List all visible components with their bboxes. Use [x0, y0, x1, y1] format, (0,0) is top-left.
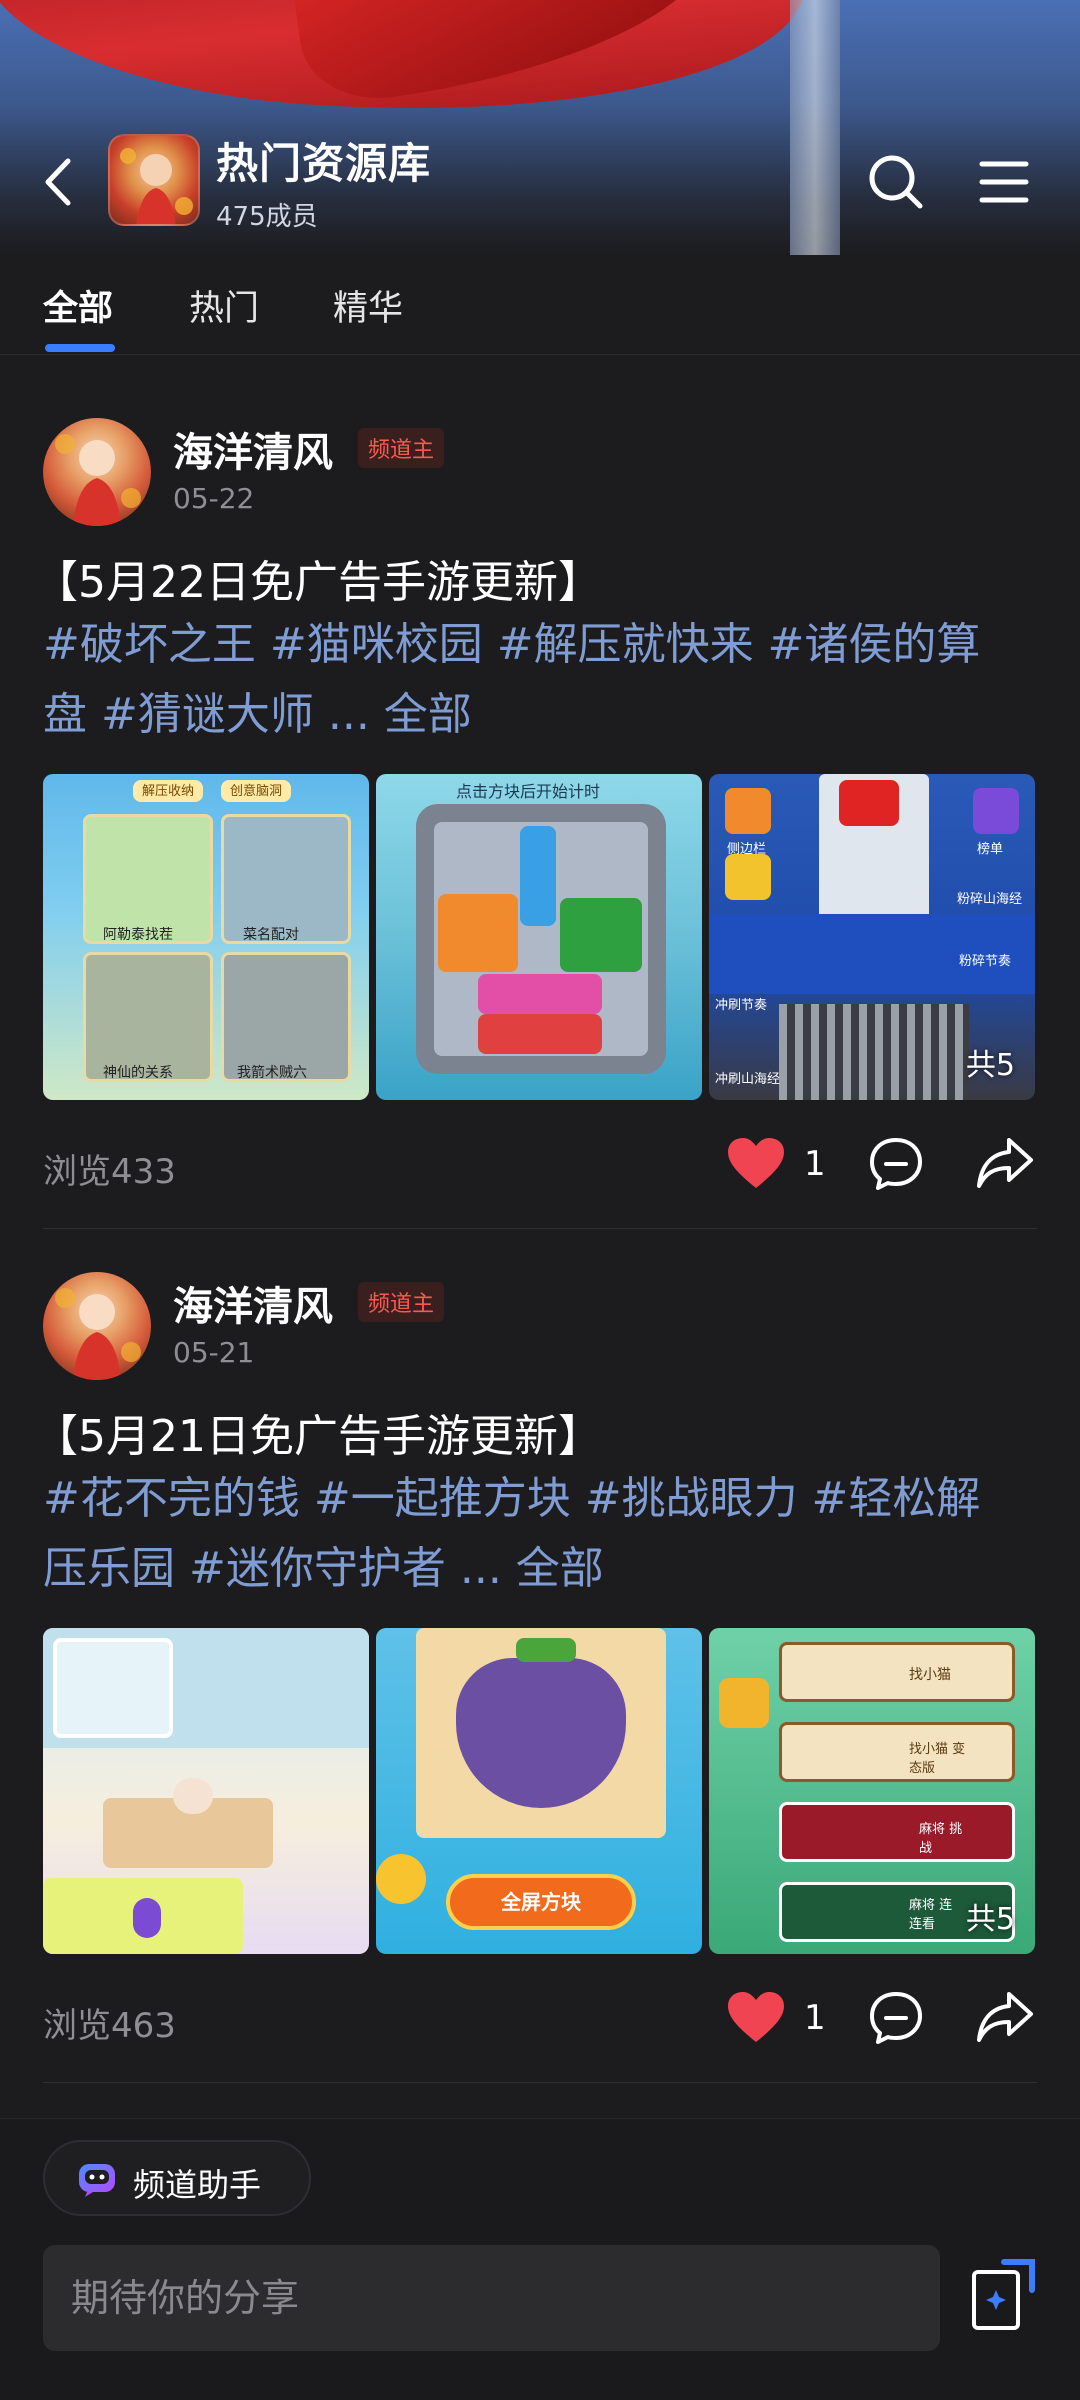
image-count-badge: 共5 — [965, 1902, 1015, 1937]
thumb-label: 找小猫 变态版 — [909, 1742, 966, 1776]
compose-post-icon — [972, 2259, 1035, 2330]
owner-badge: 频道主 — [358, 428, 445, 468]
expand-link[interactable]: ... 全部 — [328, 689, 472, 740]
post-date: 05-22 — [173, 482, 255, 515]
thumb-label: 冲刷山海经 — [715, 1072, 781, 1087]
post-image-2[interactable]: 点击方块后开始计时 — [376, 774, 702, 1100]
owner-badge: 频道主 — [358, 1282, 445, 1322]
tags-line-1[interactable]: #破坏之王 #猫咪校园 #解压就快来 #诸侯的算 — [43, 610, 1043, 680]
tags-line-2-text[interactable]: 压乐园 #迷你守护者 — [43, 1543, 460, 1594]
thumb-label: 侧边栏 — [727, 842, 767, 857]
post-image-3[interactable]: 侧边栏 榜单 粉碎山海经 粉碎节奏 冲刷节奏 冲刷山海经 共5 — [709, 774, 1035, 1100]
thumb-label: 榜单 — [977, 842, 1004, 857]
search-button[interactable] — [862, 150, 930, 214]
tags-line-2-text[interactable]: 盘 #猜谜大师 — [43, 689, 328, 740]
share-button[interactable] — [975, 1990, 1035, 2046]
thumb-label: 麻将 连连看 — [909, 1898, 953, 1932]
like-count: 1 — [804, 1144, 826, 1184]
robot-icon — [79, 2164, 115, 2197]
thumb-label: 神仙的关系 — [103, 1065, 173, 1081]
view-count: 浏览463 — [43, 2006, 176, 2046]
thumb-label: 解压收纳 — [141, 784, 194, 799]
post-divider — [43, 1228, 1037, 1229]
post-tags[interactable]: #破坏之王 #猫咪校园 #解压就快来 #诸侯的算 盘 #猜谜大师 ... 全部 — [43, 610, 1043, 750]
expand-link[interactable]: ... 全部 — [460, 1543, 604, 1594]
like-button[interactable] — [726, 1136, 786, 1192]
thumb-label: 点击方块后开始计时 — [456, 782, 601, 801]
share-icon — [977, 1992, 1033, 2042]
author-avatar[interactable] — [43, 418, 151, 526]
thumb-label: 我箭术贼六 — [237, 1065, 307, 1081]
tab-featured[interactable]: 精华 — [333, 280, 403, 331]
channel-assistant-button[interactable]: 频道助手 — [43, 2140, 311, 2216]
back-arrow-icon — [45, 158, 71, 206]
post-image-5[interactable]: 全屏方块 — [376, 1628, 702, 1954]
channel-avatar[interactable] — [108, 134, 200, 226]
post-title[interactable]: 【5月21日免广告手游更新】 — [34, 1400, 602, 1464]
like-count: 1 — [804, 1998, 826, 2038]
thumb-label: 找小猫 — [909, 1667, 951, 1683]
tab-hot[interactable]: 热门 — [189, 280, 259, 331]
channel-assistant-label: 频道助手 — [133, 2166, 262, 2204]
menu-button[interactable] — [970, 150, 1038, 214]
post-title[interactable]: 【5月22日免广告手游更新】 — [34, 546, 602, 610]
channel-header: 热门资源库 475成员 — [0, 0, 1080, 255]
author-avatar[interactable] — [43, 1272, 151, 1380]
share-button[interactable] — [975, 1136, 1035, 1192]
author-name[interactable]: 海洋清风 — [173, 1274, 333, 1332]
post-tags[interactable]: #花不完的钱 #一起推方块 #挑战眼力 #轻松解 压乐园 #迷你守护者 ... … — [43, 1464, 1043, 1604]
thumb-label: 麻将 挑战 — [919, 1822, 963, 1856]
comment-button[interactable] — [868, 1990, 924, 2046]
comment-icon — [870, 1992, 922, 2044]
thumb-label: 全屏方块 — [501, 1890, 581, 1914]
channel-title: 热门资源库 — [216, 139, 432, 188]
post-image-4[interactable] — [43, 1628, 369, 1954]
heart-icon — [728, 1992, 784, 2042]
back-button[interactable] — [30, 150, 86, 214]
comment-button[interactable] — [868, 1136, 924, 1192]
menu-icon — [979, 161, 1029, 203]
thumb-label: 菜名配对 — [243, 927, 299, 943]
share-icon — [977, 1138, 1033, 1188]
member-count[interactable]: 475成员 — [216, 196, 318, 233]
search-icon — [869, 155, 923, 209]
post-date: 05-21 — [173, 1336, 255, 1369]
view-count: 浏览433 — [43, 1152, 176, 1192]
active-tab-indicator — [45, 344, 115, 352]
tags-line-1[interactable]: #花不完的钱 #一起推方块 #挑战眼力 #轻松解 — [43, 1464, 1043, 1534]
post-image-6[interactable]: 找小猫 找小猫 变态版 麻将 挑战 麻将 连连看 共5 — [709, 1628, 1035, 1954]
thumb-label: 冲刷节奏 — [715, 998, 768, 1013]
share-input[interactable] — [43, 2245, 940, 2351]
tags-line-2[interactable]: 盘 #猜谜大师 ... 全部 — [43, 680, 1043, 750]
tab-bar: 全部 热门 精华 — [0, 260, 1080, 355]
thumb-label: 粉碎山海经 — [957, 892, 1023, 907]
heart-icon — [728, 1138, 784, 1188]
like-button[interactable] — [726, 1990, 786, 2046]
post-divider — [43, 2082, 1037, 2083]
thumb-label: 粉碎节奏 — [959, 954, 1012, 969]
tags-line-2[interactable]: 压乐园 #迷你守护者 ... 全部 — [43, 1534, 1043, 1604]
thumb-label: 阿勒泰找茬 — [103, 927, 173, 943]
flag-pole — [790, 0, 840, 255]
comment-icon — [870, 1138, 922, 1190]
compose-button[interactable] — [966, 2258, 1036, 2338]
tab-all[interactable]: 全部 — [43, 280, 113, 331]
author-name[interactable]: 海洋清风 — [173, 420, 333, 478]
post-image-1[interactable]: 解压收纳 创意脑洞 阿勒泰找茬 菜名配对 神仙的关系 我箭术贼六 — [43, 774, 369, 1100]
image-count-badge: 共5 — [965, 1048, 1015, 1083]
thumb-label: 创意脑洞 — [229, 784, 282, 799]
